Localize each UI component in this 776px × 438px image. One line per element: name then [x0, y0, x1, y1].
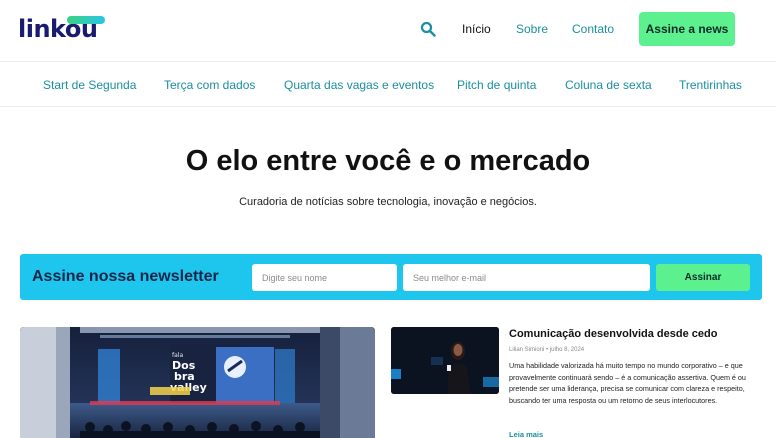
category-coluna-de-sexta[interactable]: Coluna de sexta [565, 77, 652, 93]
name-input[interactable] [252, 264, 397, 291]
svg-text:fala: fala [172, 352, 183, 359]
newsletter-form: Assine nossa newsletter Assinar [20, 254, 762, 300]
category-terca-com-dados[interactable]: Terça com dados [164, 77, 255, 93]
read-more-link[interactable]: Leia mais [509, 430, 543, 438]
hero-title: O elo entre você e o mercado [185, 145, 591, 177]
category-pitch-de-quinta[interactable]: Pitch de quinta [457, 77, 536, 93]
newsletter-title: Assine nossa newsletter [32, 268, 219, 285]
article-meta: Lilian Simioni • julho 8, 2024 [509, 347, 585, 353]
category-quarta-das-vagas[interactable]: Quarta das vagas e eventos [284, 77, 434, 93]
category-trentirinhas[interactable]: Trentirinhas [679, 77, 742, 93]
site-header: linkou Início Sobre Contato Assine a new… [0, 0, 776, 60]
email-input[interactable] [403, 264, 650, 291]
subscribe-button[interactable]: Assinar [656, 264, 750, 291]
article-excerpt: Uma habilidade valorizada há muito tempo… [509, 361, 746, 405]
nav-contato[interactable]: Contato [572, 21, 614, 37]
hero-subtitle: Curadoria de notícias sobre tecnologia, … [239, 196, 537, 208]
subscribe-news-button[interactable]: Assine a news [639, 12, 735, 46]
event-stage-photo: fala Dos bra valley [20, 327, 375, 438]
category-nav: Start de Segunda Terça com dados Quarta … [0, 61, 776, 107]
nav-inicio[interactable]: Início [462, 21, 491, 37]
speaker-photo [391, 327, 499, 394]
article-title[interactable]: Comunicação desenvolvida desde cedo [509, 327, 717, 341]
category-start-de-segunda[interactable]: Start de Segunda [43, 77, 136, 93]
search-icon[interactable] [420, 21, 436, 37]
logo-swoosh [67, 16, 105, 24]
featured-article-image[interactable]: fala Dos bra valley [20, 327, 375, 438]
article-thumbnail[interactable] [391, 327, 499, 394]
nav-sobre[interactable]: Sobre [516, 21, 548, 37]
logo[interactable]: linkou [18, 14, 105, 44]
